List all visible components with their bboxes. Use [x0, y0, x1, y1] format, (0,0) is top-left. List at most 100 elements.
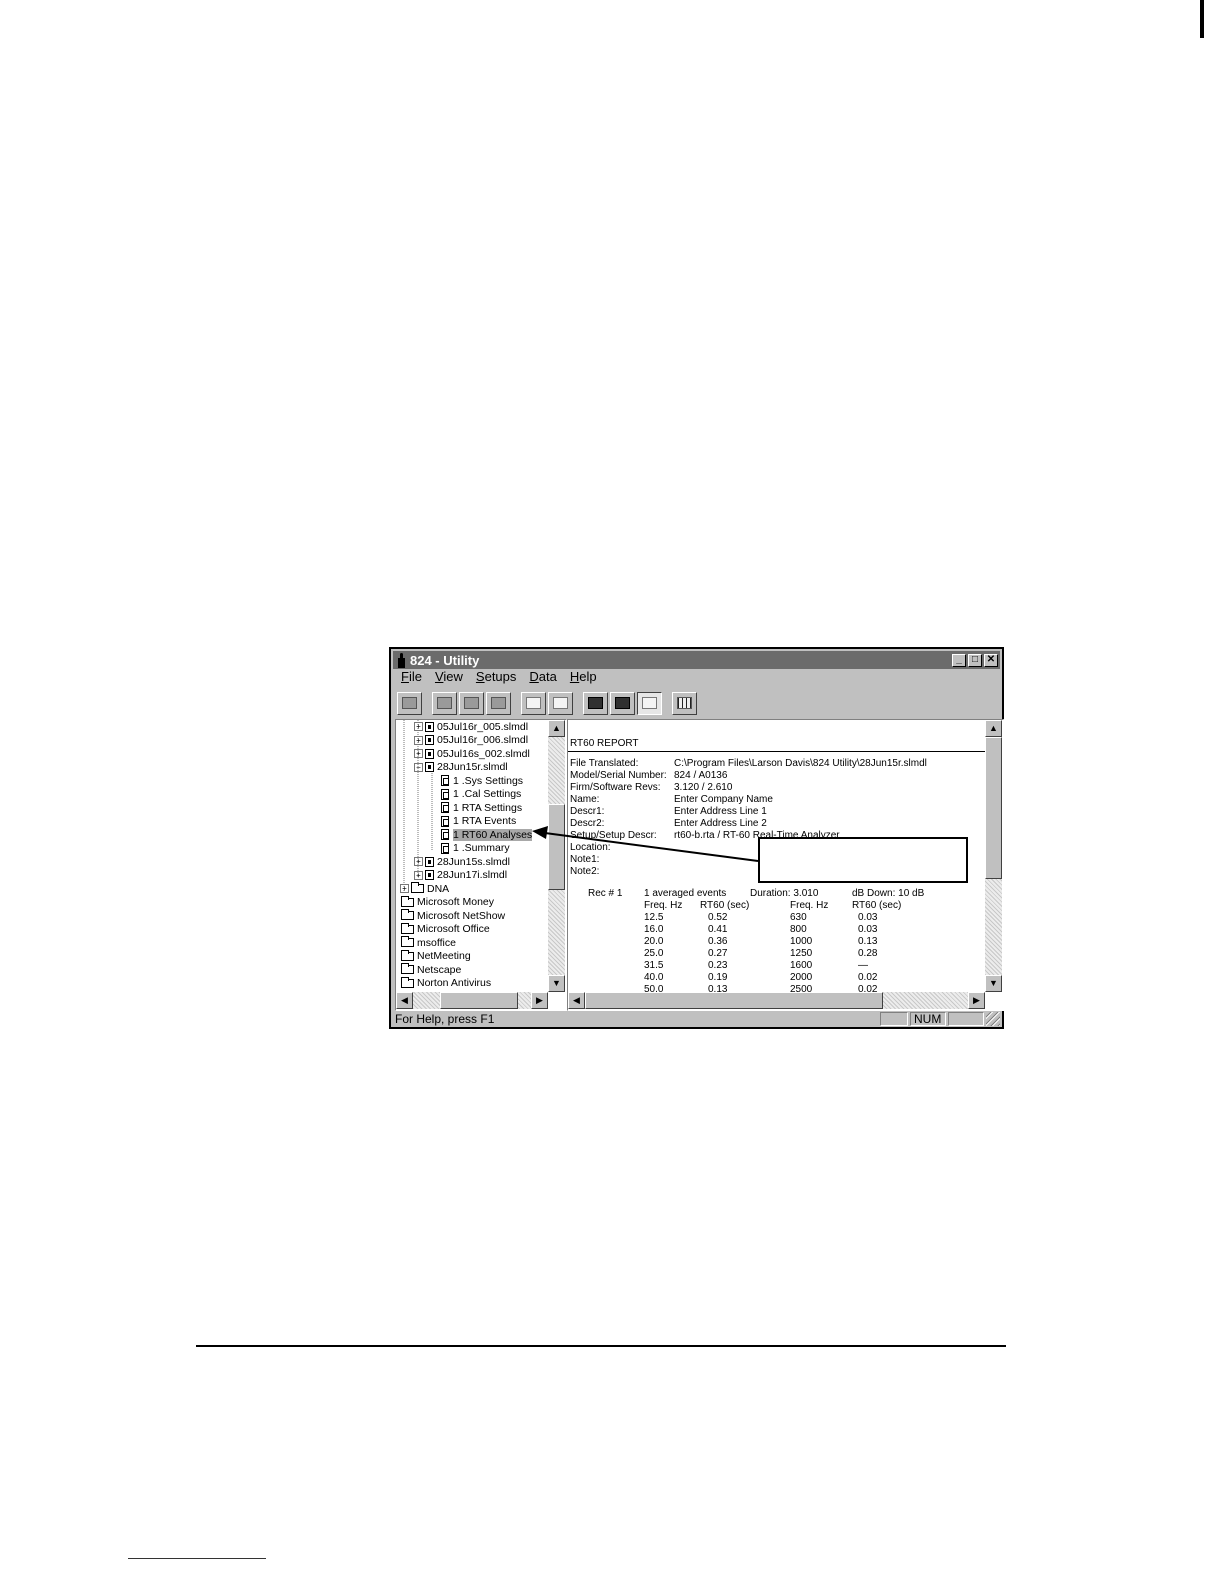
tree-item[interactable]: 1 .Sys Settings [441, 774, 523, 787]
tree-item[interactable]: +05Jul16r_005.slmdl [414, 720, 528, 733]
minimize-button[interactable]: _ [952, 653, 966, 667]
report-hscroll-thumb[interactable] [585, 992, 883, 1009]
toolbar-button-4[interactable] [486, 691, 511, 715]
tree-item-label: 28Jun15s.slmdl [437, 855, 510, 868]
tree-item[interactable]: Microsoft Money [401, 895, 494, 909]
table-cell: 0.52 [708, 912, 728, 923]
tree-item[interactable]: Microsoft Office [401, 922, 490, 936]
expand-icon[interactable]: + [414, 870, 423, 880]
tree-item[interactable]: Norton Antivirus [401, 976, 491, 990]
tree-horizontal-scrollbar[interactable]: ◀ ▶ [396, 992, 548, 1009]
folder-icon [401, 963, 414, 974]
menu-help[interactable]: Help [566, 669, 606, 687]
maximize-button[interactable]: □ [968, 653, 982, 667]
table-cell: 0.28 [858, 948, 878, 959]
table-cell: 2500 [790, 984, 813, 992]
tree-item[interactable]: msoffice [401, 936, 456, 949]
toolbar-button-2[interactable] [432, 691, 457, 715]
tree-item[interactable]: +28Jun15s.slmdl [414, 855, 510, 868]
report-field-value: Enter Address Line 1 [674, 806, 767, 817]
tree-item[interactable]: 1 RTA Events [441, 815, 516, 828]
table-cell: 20.0 [644, 936, 664, 947]
report-field-label: Note2: [570, 866, 600, 877]
tree-scroll-left-button[interactable]: ◀ [396, 992, 413, 1009]
events-count: 1 averaged events [644, 888, 727, 899]
tree-item[interactable]: +05Jul16s_002.slmdl [414, 747, 530, 760]
callout-box [758, 837, 968, 883]
tree-scroll-down-button[interactable]: ▼ [548, 975, 565, 992]
tree-item[interactable]: 1 RTA Settings [441, 801, 522, 814]
table-cell: 0.41 [708, 924, 728, 935]
report-horizontal-scrollbar[interactable]: ◀ ▶ [568, 992, 985, 1009]
expand-icon[interactable]: + [414, 735, 423, 745]
connect-meter-button[interactable] [397, 691, 422, 715]
tree-item-label: 1 RTA Events [453, 815, 517, 827]
tree-item[interactable]: − 28Jun15r.slmdl [414, 761, 508, 774]
table-cell: 0.13 [708, 984, 728, 992]
tree-item[interactable]: Netscape [401, 963, 461, 976]
report-scroll-left-button[interactable]: ◀ [568, 992, 585, 1009]
tree-item[interactable]: +28Jun17i.slmdl [414, 869, 507, 882]
expand-icon[interactable]: + [400, 884, 409, 893]
upload-button[interactable] [548, 691, 573, 715]
tree-item[interactable]: 1 RT60 Analyses [441, 828, 533, 841]
menu-view[interactable]: View [431, 669, 472, 687]
report-field-label: Descr1: [570, 806, 605, 817]
title-bar[interactable]: 824 - Utility _ □ ✕ [393, 651, 1000, 669]
menu-data[interactable]: Data [525, 669, 565, 687]
tree-hscroll-thumb[interactable] [440, 992, 518, 1009]
tree-vertical-scrollbar[interactable]: ▲ ▼ [548, 720, 565, 992]
tree-item[interactable]: +05Jul16r_006.slmdl [414, 734, 528, 747]
tree-item[interactable]: + DNA [400, 882, 449, 895]
close-button[interactable]: ✕ [984, 653, 998, 667]
resize-grip[interactable] [986, 1012, 1000, 1026]
report-vertical-scrollbar[interactable]: ▲ ▼ [985, 720, 1002, 992]
tree-scroll-up-button[interactable]: ▲ [548, 720, 565, 737]
tree-item[interactable]: 1 .Summary [441, 842, 510, 855]
tree-scroll-thumb[interactable] [548, 804, 565, 890]
tree-item-label: 28Jun15r.slmdl [437, 761, 508, 773]
tree-item-label: 1 .Sys Settings [453, 774, 524, 787]
report-scroll-thumb[interactable] [985, 737, 1002, 879]
monitor-button[interactable] [583, 691, 608, 715]
window-title: 824 - Utility [410, 652, 480, 668]
settings-grid-icon [491, 697, 506, 709]
page-margin-rule [128, 1558, 266, 1559]
toolbar-button-3[interactable] [459, 691, 484, 715]
menu-file[interactable]: File [397, 669, 431, 687]
report-title: RT60 REPORT [570, 738, 639, 749]
report-field-value: 824 / A0136 [674, 770, 728, 781]
tree-scroll-right-button[interactable]: ▶ [531, 992, 548, 1009]
expand-icon[interactable]: + [414, 749, 423, 758]
table-cell: 0.19 [708, 972, 728, 983]
meter-button[interactable] [610, 691, 635, 715]
table-cell: 1250 [790, 948, 813, 959]
menu-setups[interactable]: Setups [472, 669, 525, 687]
table-cell: 0.02 [858, 972, 878, 983]
table-header-rt60-1: RT60 (sec) [700, 900, 750, 911]
expand-icon[interactable]: + [414, 857, 423, 866]
report-scroll-down-button[interactable]: ▼ [985, 975, 1002, 992]
spreadsheet-button[interactable] [672, 691, 697, 715]
table-cell: 2000 [790, 972, 813, 983]
report-field-label: Location: [570, 842, 611, 853]
report-button[interactable] [637, 691, 662, 715]
report-scroll-up-button[interactable]: ▲ [985, 720, 1002, 737]
data-file-icon [425, 870, 434, 880]
tree-item[interactable]: 1 .Cal Settings [441, 788, 521, 801]
tree-item-label: 05Jul16r_006.slmdl [437, 734, 529, 746]
folder-icon [401, 936, 414, 947]
download-button[interactable] [521, 691, 546, 715]
expand-icon[interactable]: + [414, 722, 423, 731]
folder-icon [401, 922, 414, 934]
table-cell: 0.02 [858, 984, 878, 992]
document-icon [441, 788, 449, 800]
tree-item[interactable]: Microsoft NetShow [401, 909, 505, 922]
document-icon [441, 802, 449, 813]
collapse-icon[interactable]: − [414, 762, 423, 772]
table-cell: 31.5 [644, 960, 664, 971]
tree-item[interactable]: NetMeeting [401, 949, 471, 963]
report-scroll-right-button[interactable]: ▶ [968, 992, 985, 1009]
folder-icon [401, 976, 414, 988]
db-down: dB Down: 10 dB [852, 888, 925, 899]
